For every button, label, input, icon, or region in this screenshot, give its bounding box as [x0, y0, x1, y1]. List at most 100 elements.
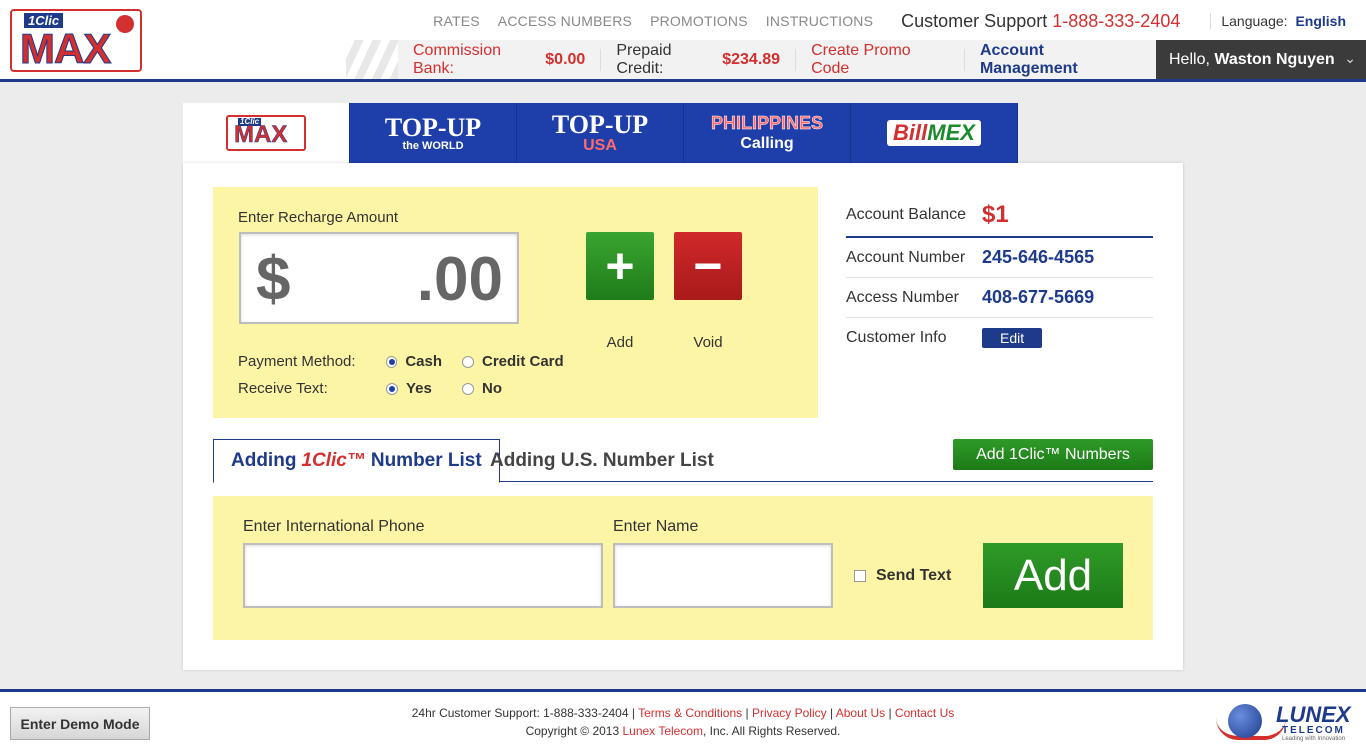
tab-us-number-list[interactable]: Adding U.S. Number List	[473, 439, 731, 482]
yes-label: Yes	[406, 380, 432, 397]
contact-link[interactable]: Contact Us	[895, 706, 954, 720]
lunex-link[interactable]: Lunex Telecom	[623, 724, 704, 738]
name-label: Enter Name	[613, 518, 699, 535]
tab1-prefix: Adding	[231, 450, 297, 471]
philippines-title: PHILIPPINES	[710, 113, 824, 133]
philippines-sub: Calling	[740, 135, 794, 152]
1clic-max-logo[interactable]: 1Clic MAX	[10, 9, 142, 73]
credit-card-label: Credit Card	[482, 353, 564, 370]
payment-method-row: Payment Method: Cash Credit Card	[238, 348, 584, 375]
customer-support: Customer Support 1-888-333-2404	[901, 11, 1180, 32]
radio-credit-card[interactable]	[462, 355, 474, 368]
cents-value: .00	[416, 245, 503, 314]
void-amount-button[interactable]: −	[674, 232, 742, 300]
payment-credit-option[interactable]: Credit Card	[462, 353, 564, 370]
footer-support-text: 24hr Customer Support: 1-888-333-2404 |	[411, 706, 635, 720]
terms-link[interactable]: Terms & Conditions	[638, 706, 742, 720]
footer-links-line: 24hr Customer Support: 1-888-333-2404 | …	[411, 706, 955, 720]
copyright-suffix: , Inc. All Rights Reserved.	[703, 724, 841, 738]
add-number-button[interactable]: Add	[983, 543, 1123, 608]
account-management-link[interactable]: Account Management	[965, 42, 1156, 77]
receive-text-row: Receive Text: Yes No	[238, 375, 584, 402]
send-text-checkbox[interactable]	[854, 570, 866, 582]
payment-cash-option[interactable]: Cash	[386, 353, 442, 370]
1clic-max-tab-logo: 1Clic MAX	[226, 115, 306, 151]
chevron-down-icon[interactable]: ⌄	[1344, 50, 1356, 67]
create-promo-code-link[interactable]: Create Promo Code	[796, 42, 965, 77]
support-label: Customer Support	[901, 10, 1048, 31]
nav-rates[interactable]: RATES	[433, 13, 480, 29]
nav-access-numbers[interactable]: ACCESS NUMBERS	[498, 13, 632, 29]
account-number-label: Account Number	[846, 248, 966, 266]
access-number-row: Access Number 408-677-5669	[846, 278, 1153, 318]
account-subbar: Commission Bank: $0.00 Prepaid Credit: $…	[398, 40, 1156, 79]
tab1-suffix: Number List	[370, 450, 482, 471]
nav-instructions[interactable]: INSTRUCTIONS	[766, 13, 873, 29]
prepaid-value: $234.89	[722, 50, 781, 68]
no-label: No	[482, 380, 502, 397]
tab-topup-world[interactable]: TOP-UP the WORLD	[350, 103, 517, 163]
intl-phone-label: Enter International Phone	[243, 518, 425, 535]
name-input[interactable]	[613, 543, 833, 608]
recharge-label: Enter Recharge Amount	[238, 209, 399, 226]
privacy-link[interactable]: Privacy Policy	[752, 706, 827, 720]
billmex-bill: Bill	[893, 120, 928, 145]
topup-world-sub: the WORLD	[402, 139, 464, 152]
radio-no[interactable]	[462, 382, 474, 395]
copyright-line: Copyright © 2013 Lunex Telecom, Inc. All…	[0, 722, 1366, 740]
receive-yes-option[interactable]: Yes	[386, 380, 442, 397]
language-value[interactable]: English	[1295, 13, 1346, 29]
radio-yes[interactable]	[386, 382, 398, 395]
tab-billmex[interactable]: BillMEX	[851, 103, 1018, 163]
topup-usa-title: TOP-UP	[551, 110, 649, 139]
lunex-sub: TELECOM	[1282, 725, 1345, 736]
user-menu[interactable]: Hello, Waston Nguyen ⌄	[1156, 40, 1366, 79]
globe-icon	[1228, 704, 1262, 738]
language-label: Language:	[1221, 13, 1288, 29]
recharge-box: Enter Recharge Amount $ .00 + − Add Void…	[213, 187, 818, 418]
add-label: Add	[606, 334, 634, 351]
receive-text-label: Receive Text:	[238, 380, 328, 397]
customer-info-label: Customer Info	[846, 329, 947, 346]
commission-label: Commission Bank:	[413, 41, 502, 77]
lunex-telecom-logo: LUNEX TELECOM Leading with Innovation	[1216, 698, 1356, 746]
tab-1clic-number-list[interactable]: Adding 1Clic™ Number List	[213, 439, 500, 483]
copyright-prefix: Copyright © 2013	[525, 724, 620, 738]
tab-logo-max: MAX	[234, 121, 288, 148]
minus-icon: −	[693, 238, 723, 294]
add-number-form: Enter International Phone Enter Name Sen…	[213, 496, 1153, 640]
logo-max-text: MAX	[19, 25, 111, 73]
tab-topup-usa[interactable]: TOP-UP USA	[517, 103, 684, 163]
prepaid-credit: Prepaid Credit: $234.89	[601, 42, 797, 77]
enter-demo-mode-button[interactable]: Enter Demo Mode	[10, 707, 150, 740]
send-text-label: Send Text	[876, 567, 952, 584]
about-link[interactable]: About Us	[836, 706, 885, 720]
receive-no-option[interactable]: No	[462, 380, 502, 397]
tab-1clic-max[interactable]: 1Clic MAX	[183, 103, 350, 163]
commission-bank: Commission Bank: $0.00	[398, 42, 602, 77]
edit-customer-button[interactable]: Edit	[982, 328, 1043, 348]
add-1clic-numbers-button[interactable]: Add 1Clic™ Numbers	[953, 439, 1153, 470]
footer-info: 24hr Customer Support: 1-888-333-2404 | …	[0, 704, 1366, 740]
billmex-logo: BillMEX	[887, 120, 981, 146]
cash-label: Cash	[405, 353, 442, 370]
lunex-tagline: Leading with Innovation	[1282, 736, 1346, 742]
account-info: Account Balance $1 Account Number 245-64…	[846, 193, 1153, 358]
intl-phone-input[interactable]	[243, 543, 603, 608]
tab-philippines-calling[interactable]: PHILIPPINES Calling	[684, 103, 851, 163]
header: 1Clic MAX RATES ACCESS NUMBERS PROMOTION…	[0, 0, 1366, 82]
language-selector[interactable]: Language: English	[1210, 13, 1346, 29]
recharge-amount-input[interactable]: $ .00	[239, 232, 519, 324]
user-name: Waston Nguyen	[1214, 50, 1335, 68]
tab1-brand: 1Clic™	[301, 450, 366, 471]
devil-mascot-icon	[116, 15, 134, 33]
top-nav: RATES ACCESS NUMBERS PROMOTIONS INSTRUCT…	[415, 11, 1366, 31]
account-number-value: 245-646-4565	[982, 247, 1095, 267]
radio-cash[interactable]	[386, 355, 398, 368]
main-panel: Enter Recharge Amount $ .00 + − Add Void…	[183, 163, 1183, 670]
add-amount-button[interactable]: +	[586, 232, 654, 300]
decorative-stripe	[346, 40, 406, 79]
plus-icon: +	[605, 238, 635, 294]
nav-promotions[interactable]: PROMOTIONS	[650, 13, 748, 29]
footer: 24hr Customer Support: 1-888-333-2404 | …	[0, 689, 1366, 752]
